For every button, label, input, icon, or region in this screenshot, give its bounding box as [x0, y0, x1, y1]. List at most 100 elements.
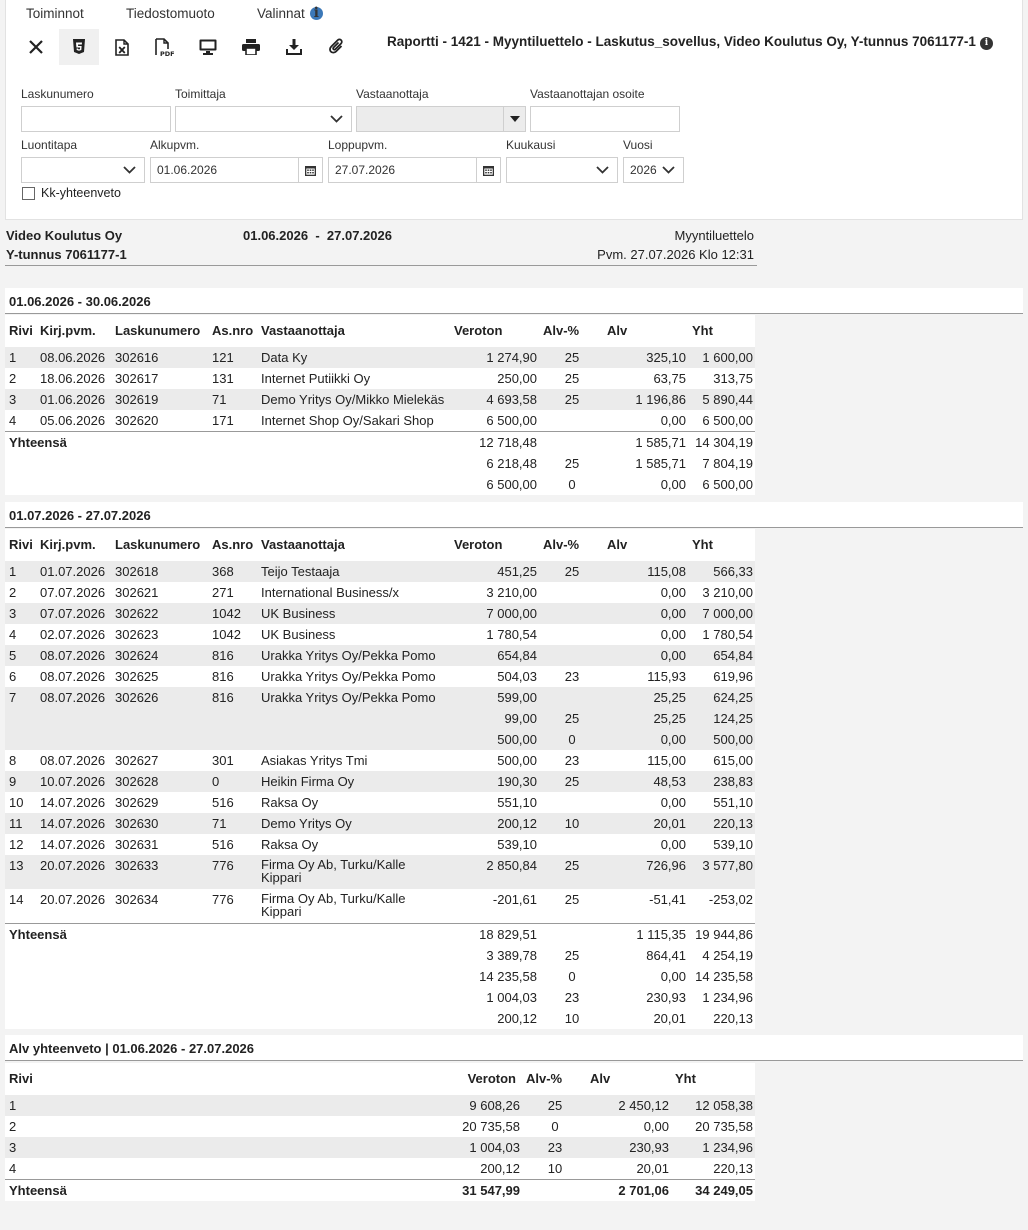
section-title: 01.07.2026 - 27.07.2026	[5, 502, 1023, 528]
checkbox-box[interactable]	[22, 186, 35, 200]
total: 1 234,96	[671, 1137, 755, 1158]
vat-percent	[539, 687, 603, 708]
column-header: Yht	[671, 1063, 755, 1095]
table-row[interactable]: 3 01.06.2026 302619 71 Demo Yritys Oy/Mikko …	[5, 389, 755, 410]
customer-number: 776	[212, 892, 234, 907]
start-date-input[interactable]: 01.06.2026	[150, 157, 323, 183]
table-row[interactable]: 4 02.07.2026 302623 1042 UK Business 1 780,54…	[5, 624, 755, 645]
info-icon[interactable]: i	[309, 6, 323, 20]
print-icon[interactable]	[231, 29, 271, 65]
table-row[interactable]: 14 20.07.2026 302634 776 Firma Oy Ab, Turku/…	[5, 889, 755, 923]
table-row[interactable]: 10 14.07.2026 302629 516 Raksa Oy 551,10 0,00 5…	[5, 792, 755, 813]
creation-method-select[interactable]	[21, 157, 145, 183]
invoice-number: 302626	[111, 687, 208, 708]
total: 654,84	[688, 645, 755, 666]
vat-percent: 23	[564, 753, 580, 768]
total: 624,25	[688, 687, 755, 708]
recipient-address-input[interactable]	[530, 106, 680, 132]
posting-date: 14.07.2026	[36, 813, 111, 834]
row-number	[5, 708, 36, 729]
table-row[interactable]: 4 200,12 10 20,01 220,13	[5, 1158, 755, 1180]
column-header: Alv-%	[539, 315, 603, 347]
table-row[interactable]: 12 14.07.2026 302631 516 Raksa Oy 539,10 0,00 5…	[5, 834, 755, 855]
posting-date: 20.07.2026	[40, 892, 106, 907]
vat-amount: 115,93	[647, 669, 686, 684]
table-header-row: Rivi Veroton Alv-% Alv Yht	[5, 1063, 755, 1095]
net-amount: 654,84	[450, 645, 539, 666]
table-row[interactable]: 2 18.06.2026 302617 131 Internet Putiikki Oy…	[5, 368, 755, 389]
vat-amount: 0,00	[660, 413, 686, 428]
vat-percent	[539, 431, 603, 453]
net-amount: 18 829,51	[450, 922, 539, 945]
table-row[interactable]: 1 01.07.2026 302618 368 Teijo Testaaja 451,25…	[5, 561, 755, 582]
total-row: Yhteensä 18 829,51 1 115,35 19 944,86	[5, 922, 755, 945]
menu-actions[interactable]: Toiminnot	[26, 6, 126, 21]
menu-options-label[interactable]: Valinnat	[257, 6, 305, 21]
row-number: 13	[5, 855, 36, 889]
invoice-number-input[interactable]	[21, 106, 171, 132]
vat-percent: 0	[568, 477, 576, 492]
calendar-icon[interactable]	[476, 158, 500, 182]
chevron-down-icon	[123, 166, 136, 174]
total: 34 249,05	[671, 1179, 755, 1201]
vat-percent	[539, 582, 603, 603]
year-select[interactable]: 2026	[623, 157, 684, 183]
total: 313,75	[713, 371, 753, 386]
menu-options[interactable]: Valinnat i	[257, 6, 323, 21]
download-icon[interactable]	[274, 29, 314, 65]
table-row[interactable]: 8 08.07.2026 302627 301 Asiakas Yritys Tmi 50…	[5, 750, 755, 771]
total: 6 500,00	[702, 413, 753, 428]
table-row[interactable]: 99,00 25 25,25 124,25	[5, 708, 755, 729]
net-amount: 190,30	[450, 771, 539, 792]
customer-number: 301	[212, 753, 234, 768]
row-number: 12	[9, 837, 24, 852]
supplier-select[interactable]	[175, 106, 352, 132]
row-number: 14	[9, 892, 24, 907]
monthly-summary-checkbox[interactable]: Kk-yhteenveto	[22, 186, 121, 200]
attachment-icon[interactable]	[317, 29, 357, 65]
vat-amount: 0,00	[660, 968, 686, 984]
monitor-icon[interactable]	[188, 29, 228, 65]
posting-date: 10.07.2026	[36, 771, 111, 792]
customer-number: 816	[208, 645, 257, 666]
close-icon[interactable]	[16, 29, 56, 65]
table-row[interactable]: 4 05.06.2026 302620 171 Internet Shop Oy/Sak…	[5, 410, 755, 432]
excel-icon[interactable]	[102, 29, 142, 65]
recipient-address-label: Vastaanottajan osoite	[530, 87, 645, 101]
vat-amount: 1 115,35	[603, 922, 688, 945]
business-id: Y-tunnus 7061177-1	[6, 247, 127, 262]
table-row[interactable]: 1 08.06.2026 302616 121 Data Ky 1 274,90 25 325…	[5, 347, 755, 368]
posting-date: 08.06.2026	[36, 347, 111, 368]
table-row[interactable]: 5 08.07.2026 302624 816 Urakka Yritys Oy/Pek…	[5, 645, 755, 666]
table-row[interactable]: 11 14.07.2026 302630 71 Demo Yritys Oy 200,12…	[5, 813, 755, 834]
invoice-number: 302618	[111, 561, 208, 582]
caret-down-icon	[503, 107, 525, 131]
table-row[interactable]: 31 004,03 23 230,93 1 234,96	[5, 1137, 755, 1158]
pdf-icon[interactable]: PDF	[145, 29, 185, 65]
invoice-number: 302630	[111, 813, 208, 834]
info-icon[interactable]: i	[979, 37, 993, 50]
table-row[interactable]: 13 20.07.2026 302633 776 Firma Oy Ab, Turku/…	[5, 855, 755, 889]
table-row[interactable]: 9 10.07.2026 302628 0 Heikin Firma Oy 190,30 2…	[5, 771, 755, 792]
table-row[interactable]: 500,00 0 0,00 500,00	[5, 729, 755, 750]
recipient: Urakka Yritys Oy/Pekka Pomo	[257, 645, 450, 666]
calendar-icon[interactable]	[298, 158, 322, 182]
month-select[interactable]	[506, 157, 618, 183]
menu-file-format[interactable]: Tiedostomuoto	[126, 6, 257, 21]
table-row[interactable]: 2 20 735,58 0 0,00 20 735,58	[5, 1116, 755, 1137]
html5-icon[interactable]	[59, 29, 99, 65]
recipient: UK Business	[257, 603, 450, 624]
vat-amount: 1 585,71	[635, 456, 686, 471]
table-row[interactable]: 3 07.07.2026 302622 1042 UK Business 7 000,00…	[5, 603, 755, 624]
row-number: 3	[5, 389, 36, 410]
table-row[interactable]: 7 08.07.2026 302626 816 Urakka Yritys Oy/Pek…	[5, 687, 755, 708]
recipient: Firma Oy Ab, Turku/Kalle Kippari	[257, 855, 450, 889]
table-row[interactable]: 19 608,26 25 2 450,12 12 058,38	[5, 1095, 755, 1116]
table-row[interactable]: 2 07.07.2026 302621 271 International Busine…	[5, 582, 755, 603]
table-row[interactable]: 6 08.07.2026 302625 816 Urakka Yritys Oy/Pek…	[5, 666, 755, 687]
recipient-select[interactable]	[356, 106, 526, 132]
end-date-input[interactable]: 27.07.2026	[328, 157, 501, 183]
recipient: Internet Putiikki Oy	[261, 371, 371, 386]
invoice-number: 302627	[115, 753, 159, 768]
column-header: Vastaanottaja	[257, 315, 450, 347]
